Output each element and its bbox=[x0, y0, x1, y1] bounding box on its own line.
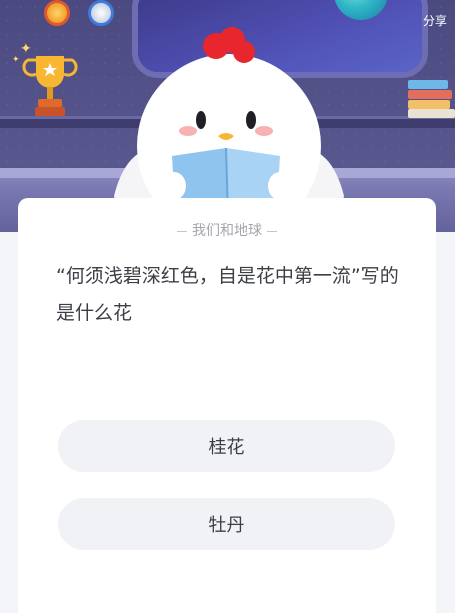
answer-option-2[interactable]: 牡丹 bbox=[58, 498, 395, 550]
trophy-icon bbox=[22, 56, 78, 116]
quiz-card: 我们和地球 “何须浅碧深红色，自是花中第一流”写的是什么花 桂花 牡丹 bbox=[18, 198, 436, 613]
answer-option-label: 桂花 bbox=[208, 437, 245, 458]
share-button[interactable]: 分享 bbox=[423, 12, 447, 29]
topic-label: 我们和地球 bbox=[18, 220, 436, 240]
sparkle-icon: ✦ bbox=[12, 55, 20, 65]
question-text: “何须浅碧深红色，自是花中第一流”写的是什么花 bbox=[56, 265, 399, 324]
answer-option-label: 牡丹 bbox=[208, 515, 245, 536]
divider-left bbox=[177, 230, 187, 232]
gold-medal-icon bbox=[44, 0, 70, 26]
books-icon bbox=[408, 78, 455, 118]
topic-text: 我们和地球 bbox=[192, 222, 262, 238]
sparkle-icon: ✦ bbox=[20, 41, 32, 57]
silver-medal-icon bbox=[88, 0, 114, 26]
answer-option-1[interactable]: 桂花 bbox=[58, 420, 395, 472]
divider-right bbox=[267, 230, 277, 232]
